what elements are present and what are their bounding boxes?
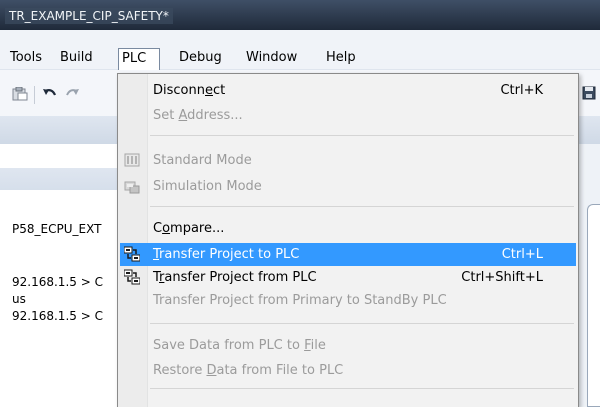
tree-node-bus[interactable]: us [12,292,26,306]
paste-icon[interactable] [12,87,28,101]
menu-item-set-address[interactable]: Set Address... [120,104,576,127]
menu-separator [150,323,574,324]
toolbar-separator [34,86,35,104]
editor-panel [577,116,600,407]
window-title: TR_EXAMPLE_CIP_SAFETY* [5,8,173,24]
menu-item-transfer-primary-to-standby[interactable]: Transfer Project from Primary to StandBy… [120,289,576,312]
simulation-mode-icon [124,181,140,194]
editor-frame [587,204,600,407]
menu-item-transfer-from-plc[interactable]: Transfer Project from PLC Ctrl+Shift+L [120,266,576,289]
save-icon[interactable] [582,86,596,100]
menu-tools[interactable]: Tools [7,48,45,70]
menu-help[interactable]: Help [323,48,359,70]
menu-debug[interactable]: Debug [176,48,225,70]
title-bar: TR_EXAMPLE_CIP_SAFETY* [0,0,600,30]
redo-icon[interactable] [64,87,80,101]
editor-header [577,116,600,144]
panel-header [0,116,118,144]
menu-item-transfer-to-plc[interactable]: Transfer Project to PLC Ctrl+L [120,243,576,266]
transfer-icon [124,246,140,262]
menu-item-simulation-mode[interactable]: Simulation Mode [120,175,576,198]
plc-menu: Disconnect Ctrl+K Set Address... Standar… [117,73,579,407]
menu-separator [150,388,574,389]
menu-item-standard-mode[interactable]: Standard Mode [120,149,576,172]
tree-node-controller[interactable]: P58_ECPU_EXT [12,222,101,236]
undo-icon[interactable] [42,87,58,101]
menu-build[interactable]: Build [57,48,96,70]
transfer-icon [124,269,140,285]
menu-plc[interactable]: PLC [118,48,160,70]
menu-item-compare[interactable]: Compare... [120,217,576,240]
tree-node-connection[interactable]: 92.168.1.5 > C [12,275,103,289]
menu-separator [150,135,574,136]
menu-separator [150,206,574,207]
menu-window[interactable]: Window [243,48,300,70]
menu-item-save-data-to-file[interactable]: Save Data from PLC to File [120,334,576,357]
menu-bar: Tools Build PLC Debug Window Help [0,30,600,70]
shortcut-label: Ctrl+K [500,83,543,98]
standard-mode-icon [124,153,140,167]
panel-subheader [0,168,118,190]
menu-item-restore-data-to-plc[interactable]: Restore Data from File to PLC [120,359,576,382]
project-tree-panel: P58_ECPU_EXT 92.168.1.5 > C us 92.168.1.… [0,116,118,407]
tree-node-connection[interactable]: 92.168.1.5 > C [12,309,103,323]
shortcut-label: Ctrl+Shift+L [461,270,543,285]
shortcut-label: Ctrl+L [501,247,543,262]
menu-item-disconnect[interactable]: Disconnect Ctrl+K [120,79,576,102]
